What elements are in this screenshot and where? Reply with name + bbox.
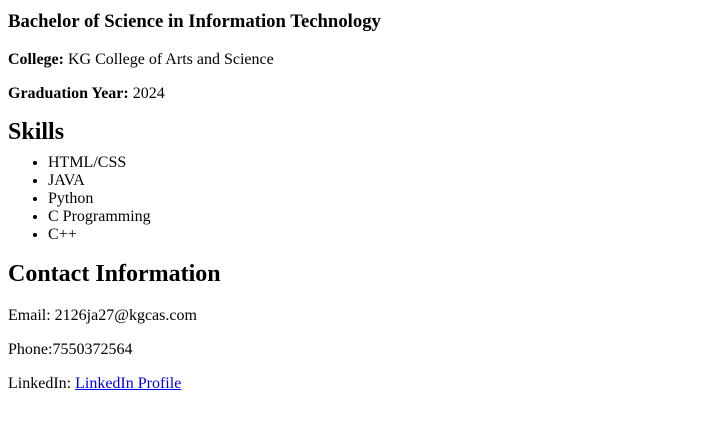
phone-line: Phone:7550372564 xyxy=(8,341,133,358)
contact-heading: Contact Information xyxy=(8,261,221,287)
graduation-year-label: Graduation Year: xyxy=(8,85,129,102)
skill-item: HTML/CSS xyxy=(48,154,706,172)
linkedin-prefix: LinkedIn: xyxy=(8,375,76,392)
skill-item: Python xyxy=(48,190,706,208)
graduation-year-line: Graduation Year: 2024 xyxy=(8,85,706,103)
linkedin-profile-link[interactable]: LinkedIn Profile xyxy=(75,375,181,392)
college-label: College: xyxy=(8,51,64,68)
email-line: Email: 2126ja27@kgcas.com xyxy=(8,307,197,324)
skill-item: C Programming xyxy=(48,208,706,226)
college-value: KG College of Arts and Science xyxy=(63,51,274,68)
skills-heading: Skills xyxy=(8,119,65,145)
skill-item: C++ xyxy=(48,226,706,244)
degree-heading: Bachelor of Science in Information Techn… xyxy=(8,11,381,32)
linkedin-line: LinkedIn: LinkedIn Profile xyxy=(8,375,706,393)
college-line: College: KG College of Arts and Science xyxy=(8,51,706,69)
resume-page: Bachelor of Science in Information Techn… xyxy=(8,0,706,393)
skills-list: HTML/CSS JAVA Python C Programming C++ xyxy=(8,154,706,244)
skill-item: JAVA xyxy=(48,172,706,190)
graduation-year-value: 2024 xyxy=(128,85,165,102)
